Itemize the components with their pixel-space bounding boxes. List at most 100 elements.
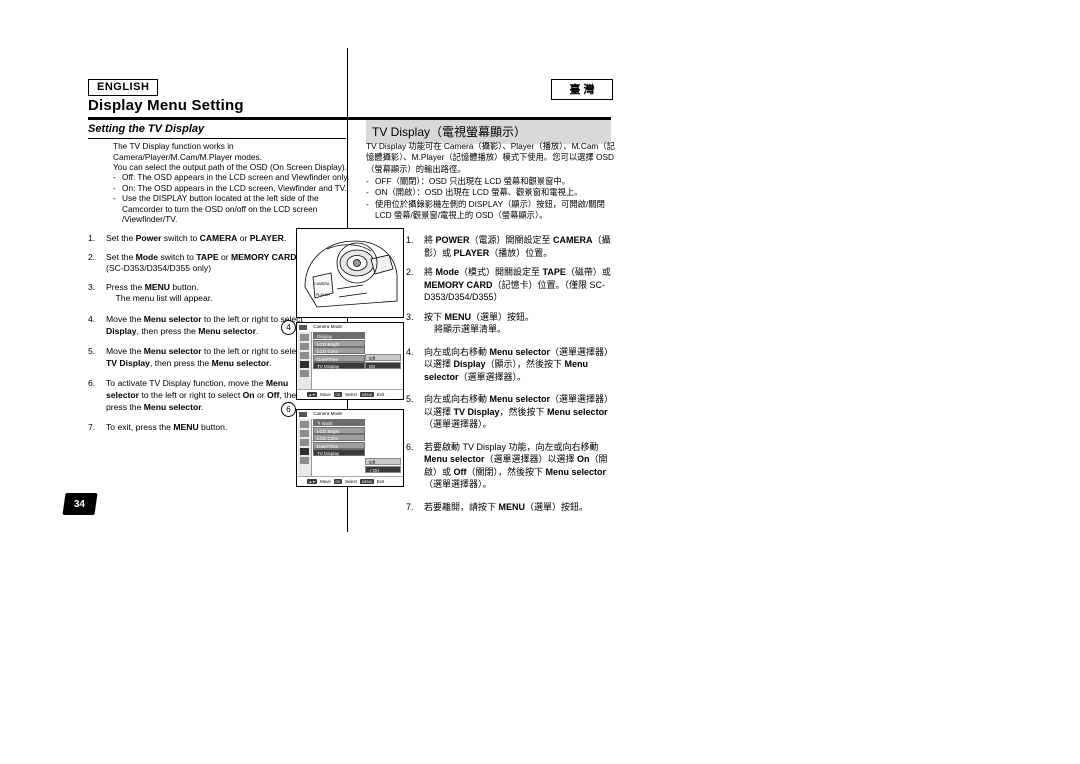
lcd-screenshot-bottom: Camera Mode ↰ Back LCD Bright LCD Color …: [296, 409, 404, 487]
left-bullet-list: Off: The OSD appears in the LCD screen a…: [113, 172, 356, 225]
lcd-key-select: OK: [333, 392, 343, 397]
lcd-menu-item-lcd-color[interactable]: LCD Color: [313, 434, 365, 442]
lcd-icon-camera: [300, 421, 309, 428]
left-step-number: 4.: [88, 313, 96, 324]
left-bullet: Off: The OSD appears in the LCD screen a…: [113, 172, 356, 183]
camcorder-drawing: CAMERA PLAYER: [304, 240, 398, 308]
lcd-icon-display: [300, 448, 309, 455]
lcd-value-off[interactable]: Off: [365, 354, 401, 361]
left-bullet: On: The OSD appears in the LCD screen, V…: [113, 183, 356, 194]
lcd-icon-memory: [300, 343, 309, 350]
left-step-number: 1.: [88, 233, 96, 243]
left-step-text: Move the Menu selector to the left or ri…: [106, 313, 303, 336]
lcd-icon-memory: [300, 430, 309, 437]
lcd-key-exit: MENU: [360, 392, 374, 397]
lcd-bottom-bar: ▲▼ Move OK Select MENU Exit: [297, 389, 403, 399]
right-step: 2. 將 Mode（模式）開關設定至 TAPE（磁帶）或 MEMORY CARD…: [406, 266, 616, 304]
right-step: 4. 向左或向右移動 Menu selector（選單選擇器）以選擇 Displ…: [406, 346, 616, 384]
right-step-number: 3.: [406, 311, 414, 322]
lcd-icon-display: [300, 361, 309, 368]
left-intro: The TV Display function works in Camera/…: [113, 141, 348, 173]
lcd-menu-item-tv-display[interactable]: TV Display: [313, 362, 365, 370]
left-step-text: To exit, press the MENU button.: [106, 422, 228, 433]
lcd-value-off[interactable]: Off: [365, 458, 401, 465]
lcd-menu-item-lcd-bright[interactable]: LCD Bright: [313, 339, 365, 347]
right-step-number: 4.: [406, 346, 414, 357]
left-section-subtitle: Setting the TV Display: [88, 123, 346, 139]
camcorder-label-camera: CAMERA: [314, 282, 330, 286]
right-step-text: 向左或向右移動 Menu selector（選單選擇器）以選擇 TV Displ…: [424, 394, 614, 429]
left-intro-line1: The TV Display function works in Camera/…: [113, 141, 262, 162]
left-step: 5. Move the Menu selector to the left or…: [88, 346, 303, 369]
lcd-screenshot-top: Camera Mode Display LCD Bright LCD Color…: [296, 322, 404, 400]
right-step: 3. 按下 MENU（選單）按鈕。 將顯示選單清單。: [406, 311, 616, 336]
figure-marker-4: 4: [281, 320, 296, 335]
left-step-text: Set the Power switch to CAMERA or PLAYER…: [106, 233, 287, 243]
lcd-menu-item-date-time[interactable]: Date/Time: [313, 441, 365, 449]
right-intro: TV Display 功能可在 Camera（攝影）、Player（播放）、M.…: [366, 141, 615, 174]
lcd-mode-label: Camera Mode: [313, 324, 343, 329]
language-badge: ENGLISH: [88, 79, 159, 96]
right-bullet: OFF（關閉）：OSD 只出現在 LCD 螢幕和觀景窗中。: [366, 176, 616, 188]
right-step-text: 若要啟動 TV Display 功能，向左或向右移動 Menu selector…: [424, 441, 608, 490]
lcd-icon-record: [300, 439, 309, 446]
left-step-text: To activate TV Display function, move th…: [106, 378, 301, 412]
lcd-value-on[interactable]: ✓On: [365, 465, 401, 473]
left-step-number: 2.: [88, 251, 96, 262]
right-step-text: 向左或向右移動 Menu selector（選單選擇器）以選擇 Display（…: [424, 346, 614, 382]
lcd-top-bar: Camera Mode: [297, 323, 403, 331]
lcd-icon-system: [300, 370, 309, 377]
left-step: 6. To activate TV Display function, move…: [88, 378, 303, 413]
left-step-number: 7.: [88, 422, 96, 433]
right-step-number: 2.: [406, 267, 414, 277]
lcd-icon-column: [298, 332, 312, 389]
lcd-menu-item-tv-display[interactable]: TV Display: [313, 449, 365, 457]
lcd-icon-camera: [300, 334, 309, 341]
lcd-label-select: Select: [345, 392, 358, 397]
lcd-label-select: Select: [345, 479, 358, 484]
lcd-label-move: Move: [320, 392, 331, 397]
lcd-label-exit: Exit: [376, 479, 385, 484]
lcd-key-exit: MENU: [360, 479, 374, 484]
camcorder-illustration: CAMERA PLAYER: [296, 228, 404, 318]
right-step-number: 5.: [406, 394, 414, 404]
left-step-list: 1. Set the Power switch to CAMERA or PLA…: [88, 233, 303, 441]
left-step: 1. Set the Power switch to CAMERA or PLA…: [88, 233, 303, 245]
left-step-number: 5.: [88, 346, 96, 357]
right-step-text: 按下 MENU（選單）按鈕。 將顯示選單清單。: [424, 311, 535, 335]
right-bullet: ON（開啟）：OSD 出現在 LCD 螢幕、觀景窗和電視上。: [366, 187, 616, 199]
right-step: 6. 若要啟動 TV Display 功能，向左或向右移動 Menu selec…: [406, 441, 616, 491]
figure-marker-6: 6: [281, 402, 296, 417]
right-step-list: 1. 將 POWER（電源）開關設定至 CAMERA（攝影）或 PLAYER（播…: [406, 234, 616, 520]
right-step-number: 7.: [406, 501, 414, 512]
lcd-menu-list: Display LCD Bright LCD Color Date/Time T…: [313, 332, 365, 370]
left-step-text: Set the Mode switch to TAPE or MEMORY CA…: [106, 251, 299, 274]
lcd-value-column: Off ✓On: [365, 458, 401, 473]
camera-mode-icon: [299, 411, 307, 417]
left-step: 3. Press the MENU button. The menu list …: [88, 282, 303, 305]
lcd-icon-system: [300, 457, 309, 464]
lcd-menu-item-back[interactable]: ↰ Back: [313, 419, 365, 426]
lcd-menu-list: ↰ Back LCD Bright LCD Color Date/Time TV…: [313, 419, 365, 457]
lcd-menu-item-lcd-color[interactable]: LCD Color: [313, 347, 365, 355]
page-number-text: 34: [74, 499, 86, 510]
left-step-text: Move the Menu selector to the left or ri…: [106, 346, 303, 368]
language-badge-cjk: 臺 灣: [551, 79, 613, 100]
right-step-text: 將 POWER（電源）開關設定至 CAMERA（攝影）或 PLAYER（播放）位…: [424, 235, 611, 258]
left-bullet: Use the DISPLAY button located at the le…: [113, 193, 356, 225]
lcd-key-select: OK: [333, 479, 343, 484]
right-step-text: 將 Mode（模式）開關設定至 TAPE（磁帶）或 MEMORY CARD（記憶…: [424, 267, 611, 302]
lcd-menu-item-back-label: Back: [322, 421, 333, 426]
lcd-menu-item-lcd-bright[interactable]: LCD Bright: [313, 426, 365, 434]
lcd-menu-item-date-time[interactable]: Date/Time: [313, 354, 365, 362]
lcd-icon-column: [298, 419, 312, 476]
left-step: 2. Set the Mode switch to TAPE or MEMORY…: [88, 252, 303, 275]
left-step-text: Press the MENU button. The menu list wil…: [106, 281, 213, 304]
lcd-key-move: ▲▼: [307, 479, 318, 484]
lcd-menu-item-display[interactable]: Display: [313, 332, 365, 339]
right-bullet: 使用位於攝錄影機左側的 DISPLAY（顯示）按鈕，可開啟/關閉 LCD 螢幕/…: [366, 199, 616, 222]
lcd-mode-label: Camera Mode: [313, 411, 343, 416]
camera-mode-icon: [299, 324, 307, 330]
page-title: Display Menu Setting: [88, 97, 244, 114]
lcd-value-on[interactable]: On: [365, 361, 401, 369]
